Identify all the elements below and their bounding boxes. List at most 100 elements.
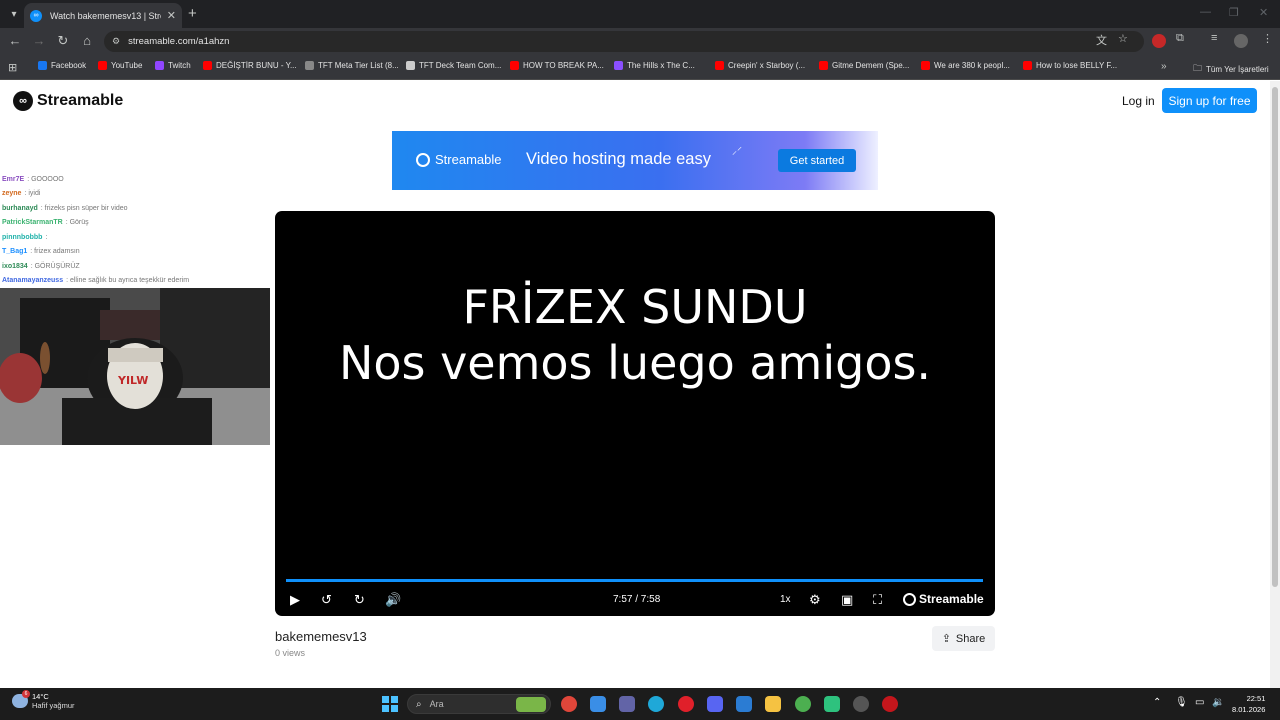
- edge-icon[interactable]: [648, 696, 664, 712]
- system-clock[interactable]: 22:51 8.01.2026: [1232, 693, 1265, 715]
- weather-widget[interactable]: 6 14°C Hafif yağmur: [12, 690, 75, 710]
- speaker-icon[interactable]: 🔉: [1212, 697, 1224, 708]
- chat-username: pinnnbobbb: [2, 233, 43, 241]
- back-icon[interactable]: ←: [7, 33, 23, 48]
- folder-icon: 🗀: [1193, 63, 1203, 73]
- start-button-icon[interactable]: [382, 696, 398, 712]
- tab-strip: ▾ ∞ Watch bakememesv13 | Stream ✕ + — ❐ …: [0, 0, 1280, 28]
- bookmark-item[interactable]: Gitme Demem (Spe...: [819, 61, 909, 70]
- forward-5-icon[interactable]: ↻: [354, 592, 365, 608]
- rewind-5-icon[interactable]: ↺: [321, 592, 332, 608]
- teams-icon[interactable]: [619, 696, 635, 712]
- bookmark-favicon-icon: [614, 61, 623, 70]
- bookmark-item[interactable]: TFT Meta Tier List (8...: [305, 61, 399, 70]
- bookmark-favicon-icon: [98, 61, 107, 70]
- site-info-icon[interactable]: ⚙: [112, 36, 120, 47]
- chat-username: T_Bag1: [2, 248, 28, 256]
- chrome-icon[interactable]: [561, 696, 577, 712]
- progress-bar[interactable]: [286, 579, 983, 582]
- bookmark-item[interactable]: HOW TO BREAK PA...: [510, 61, 604, 70]
- bookmark-item[interactable]: How to lose BELLY F...: [1023, 61, 1117, 70]
- ad-logo-icon: [416, 152, 430, 167]
- bookmark-item[interactable]: DEĞİŞTİR BUNU - Y...: [203, 61, 297, 70]
- microphone-icon[interactable]: 🎙: [1175, 697, 1188, 708]
- reload-icon[interactable]: ↻: [55, 33, 71, 49]
- browser-tab[interactable]: ∞ Watch bakememesv13 | Stream ✕: [24, 3, 182, 28]
- signup-button[interactable]: Sign up for free: [1162, 88, 1257, 113]
- network-icon[interactable]: ▭: [1195, 697, 1204, 708]
- media-player-icon[interactable]: [882, 696, 898, 712]
- chrome-active-icon[interactable]: [795, 696, 811, 712]
- play-icon[interactable]: ▶: [290, 592, 300, 608]
- bookmark-star-icon[interactable]: ☆: [1118, 32, 1128, 45]
- profile-avatar[interactable]: [1234, 34, 1248, 48]
- bookmark-favicon-icon: [305, 61, 314, 70]
- app-green-icon[interactable]: [824, 696, 840, 712]
- bookmark-item[interactable]: The Hills x The C...: [614, 61, 695, 70]
- address-bar[interactable]: ⚙ streamable.com/a1ahzn: [104, 31, 1144, 52]
- bookmark-favicon-icon: [819, 61, 828, 70]
- settings-gear-icon[interactable]: ⚙: [809, 592, 821, 608]
- all-bookmarks-label: Tüm Yer İşaretleri: [1206, 64, 1269, 74]
- media-controls-icon[interactable]: ≡: [1211, 32, 1217, 44]
- page-scrollbar[interactable]: [1270, 81, 1280, 688]
- bookmark-item[interactable]: Creepin' x Starboy (...: [715, 61, 805, 70]
- login-link[interactable]: Log in: [1122, 94, 1155, 108]
- minimize-icon[interactable]: —: [1200, 6, 1211, 18]
- steam-icon[interactable]: [853, 696, 869, 712]
- bookmark-favicon-icon: [406, 61, 415, 70]
- new-tab-button[interactable]: +: [188, 5, 197, 22]
- tab-close-icon[interactable]: ✕: [167, 9, 176, 22]
- weather-icon: 6: [12, 690, 30, 708]
- share-button[interactable]: ⇪ Share: [932, 626, 995, 651]
- player-brand[interactable]: Streamable: [903, 592, 984, 606]
- chat-username: burhanayd: [2, 204, 38, 212]
- tab-search-icon[interactable]: ▾: [4, 4, 24, 24]
- translate-icon[interactable]: 文: [1096, 32, 1107, 48]
- maximize-icon[interactable]: ❐: [1229, 6, 1239, 19]
- bookmark-label: Twitch: [168, 61, 191, 70]
- bookmark-item[interactable]: Twitch: [155, 61, 191, 70]
- store-icon[interactable]: [590, 696, 606, 712]
- file-explorer-icon[interactable]: [765, 696, 781, 712]
- get-started-button[interactable]: Get started: [778, 149, 856, 172]
- bookmark-item[interactable]: Facebook: [38, 61, 86, 70]
- mail-icon[interactable]: [736, 696, 752, 712]
- extensions-puzzle-icon[interactable]: ⧉: [1176, 32, 1184, 45]
- video-text-line-1: FRİZEX SUNDU: [462, 280, 808, 334]
- tray-chevron-icon[interactable]: ⌃: [1153, 697, 1161, 708]
- playback-rate-button[interactable]: 1x: [780, 594, 791, 605]
- weather-badge: 6: [22, 690, 30, 698]
- browser-menu-icon[interactable]: ⋮: [1262, 32, 1273, 45]
- windows-taskbar: 6 14°C Hafif yağmur ⌕ Ara ⌃ 🎙 ▭ 🔉 22:51 …: [0, 688, 1280, 720]
- ad-banner[interactable]: Streamable Video hosting made easy ⸝⸍ Ge…: [392, 131, 878, 190]
- more-bookmarks-icon[interactable]: »: [1161, 61, 1167, 72]
- streamable-logo[interactable]: ∞ Streamable: [13, 91, 123, 111]
- sparkle-icon: ⸝⸍: [732, 146, 742, 157]
- extension-icon[interactable]: [1152, 34, 1166, 48]
- taskbar-search[interactable]: ⌕ Ara: [407, 694, 551, 714]
- chat-message: pinnnbobbb:: [2, 230, 272, 245]
- bookmark-label: TFT Deck Team Com...: [419, 61, 502, 70]
- video-text-line-2: Nos vemos luego amigos.: [338, 336, 932, 390]
- picture-in-picture-icon[interactable]: ▣: [841, 592, 853, 608]
- bookmark-favicon-icon: [1023, 61, 1032, 70]
- forward-icon[interactable]: →: [31, 33, 47, 48]
- volume-icon[interactable]: 🔊: [385, 592, 401, 608]
- chat-overlay: Emr7E: GOOOOO zeyne: iyidi burhanayd: friz…: [2, 172, 272, 288]
- video-player[interactable]: FRİZEX SUNDU Nos vemos luego amigos. ▶ ↺…: [275, 211, 995, 616]
- bookmark-item[interactable]: TFT Deck Team Com...: [406, 61, 501, 70]
- streamable-logo-icon: ∞: [13, 91, 33, 111]
- close-window-icon[interactable]: ✕: [1259, 6, 1268, 19]
- discord-icon[interactable]: [707, 696, 723, 712]
- opera-icon[interactable]: [678, 696, 694, 712]
- scrollbar-thumb[interactable]: [1272, 87, 1278, 587]
- bookmark-item[interactable]: We are 380 k peopl...: [921, 61, 1010, 70]
- brand-logo-icon: [903, 592, 916, 606]
- fullscreen-icon[interactable]: ⛶: [873, 592, 882, 608]
- bookmark-label: YouTube: [111, 61, 143, 70]
- bookmark-item[interactable]: YouTube: [98, 61, 142, 70]
- home-icon[interactable]: ⌂: [79, 33, 95, 48]
- all-bookmarks-folder[interactable]: 🗀 Tüm Yer İşaretleri: [1193, 61, 1269, 77]
- apps-grid-icon[interactable]: ⊞: [8, 61, 17, 74]
